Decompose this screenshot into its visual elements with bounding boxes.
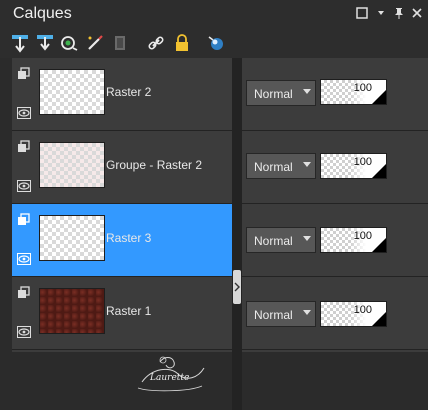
blend-mode-value: Normal bbox=[254, 234, 293, 248]
opacity-slider[interactable]: 100 bbox=[320, 301, 387, 327]
opacity-value: 100 bbox=[353, 82, 372, 94]
restore-icon[interactable] bbox=[354, 6, 370, 22]
opacity-slider[interactable]: 100 bbox=[320, 227, 387, 253]
new-raster-layer-icon[interactable] bbox=[10, 33, 30, 53]
layer-type-icon[interactable] bbox=[17, 286, 31, 300]
blend-mode-select[interactable]: Normal bbox=[246, 153, 316, 179]
lock-icon[interactable] bbox=[172, 33, 192, 53]
layer-name[interactable]: Raster 1 bbox=[106, 304, 151, 318]
row-divider bbox=[242, 203, 428, 204]
layer-row-raster-3[interactable]: Raster 3 bbox=[12, 204, 232, 277]
opacity-value: 100 bbox=[353, 156, 372, 168]
visibility-eye-icon[interactable] bbox=[17, 179, 31, 192]
opacity-corner-icon bbox=[372, 164, 386, 178]
blend-mode-select[interactable]: Normal bbox=[246, 301, 316, 327]
splitter-handle[interactable] bbox=[233, 270, 241, 304]
opacity-corner-icon bbox=[372, 238, 386, 252]
layer-name[interactable]: Raster 2 bbox=[106, 85, 151, 99]
new-mask-layer-icon[interactable] bbox=[60, 33, 80, 53]
row-divider bbox=[242, 349, 428, 350]
new-vector-layer-icon[interactable] bbox=[35, 33, 55, 53]
layer-name[interactable]: Raster 3 bbox=[106, 231, 151, 245]
blend-mode-select[interactable]: Normal bbox=[246, 80, 316, 106]
blend-mode-value: Normal bbox=[254, 160, 293, 174]
layer-type-icon[interactable] bbox=[17, 140, 31, 154]
layer-type-icon[interactable] bbox=[17, 67, 31, 81]
opacity-corner-icon bbox=[372, 312, 386, 326]
layers-toolbar bbox=[0, 30, 428, 58]
blend-mode-value: Normal bbox=[254, 87, 293, 101]
opacity-value: 100 bbox=[353, 304, 372, 316]
opacity-slider[interactable]: 100 bbox=[320, 153, 387, 179]
opacity-value: 100 bbox=[353, 230, 372, 242]
layer-row-raster-1[interactable]: Raster 1 bbox=[12, 277, 232, 350]
layer-thumbnail bbox=[39, 215, 105, 261]
menu-dropdown-icon[interactable] bbox=[373, 6, 389, 22]
blend-mode-value: Normal bbox=[254, 308, 293, 322]
link-icon[interactable] bbox=[146, 33, 166, 53]
chevron-down-icon bbox=[303, 236, 311, 241]
layer-name[interactable]: Groupe - Raster 2 bbox=[106, 158, 202, 172]
chevron-down-icon bbox=[303, 162, 311, 167]
chevron-down-icon bbox=[303, 310, 311, 315]
layer-thumbnail bbox=[39, 142, 105, 188]
panel-splitter[interactable] bbox=[232, 58, 242, 410]
new-adjustment-layer-icon[interactable] bbox=[85, 33, 105, 53]
watermark-text: Laurette bbox=[150, 373, 190, 383]
panel-titlebar: Calques bbox=[0, 0, 428, 30]
panel-title: Calques bbox=[13, 5, 72, 22]
opacity-corner-icon bbox=[372, 90, 386, 104]
layer-type-icon[interactable] bbox=[17, 213, 31, 227]
new-group-layer-icon[interactable] bbox=[110, 33, 130, 53]
blend-mode-select[interactable]: Normal bbox=[246, 227, 316, 253]
layer-thumbnail bbox=[39, 288, 105, 334]
layer-properties-icon[interactable] bbox=[207, 33, 227, 53]
row-divider bbox=[242, 276, 428, 277]
visibility-eye-icon[interactable] bbox=[17, 106, 31, 119]
visibility-eye-icon[interactable] bbox=[17, 325, 31, 338]
chevron-down-icon bbox=[303, 89, 311, 94]
pin-icon[interactable] bbox=[391, 6, 407, 22]
close-icon[interactable] bbox=[409, 6, 425, 22]
row-divider bbox=[242, 130, 428, 131]
layer-row-raster-2[interactable]: Raster 2 bbox=[12, 58, 232, 131]
visibility-eye-icon[interactable] bbox=[17, 252, 31, 265]
layer-row-groupe-raster-2[interactable]: Groupe - Raster 2 bbox=[12, 131, 232, 204]
layer-thumbnail bbox=[39, 69, 105, 115]
opacity-slider[interactable]: 100 bbox=[320, 79, 387, 105]
